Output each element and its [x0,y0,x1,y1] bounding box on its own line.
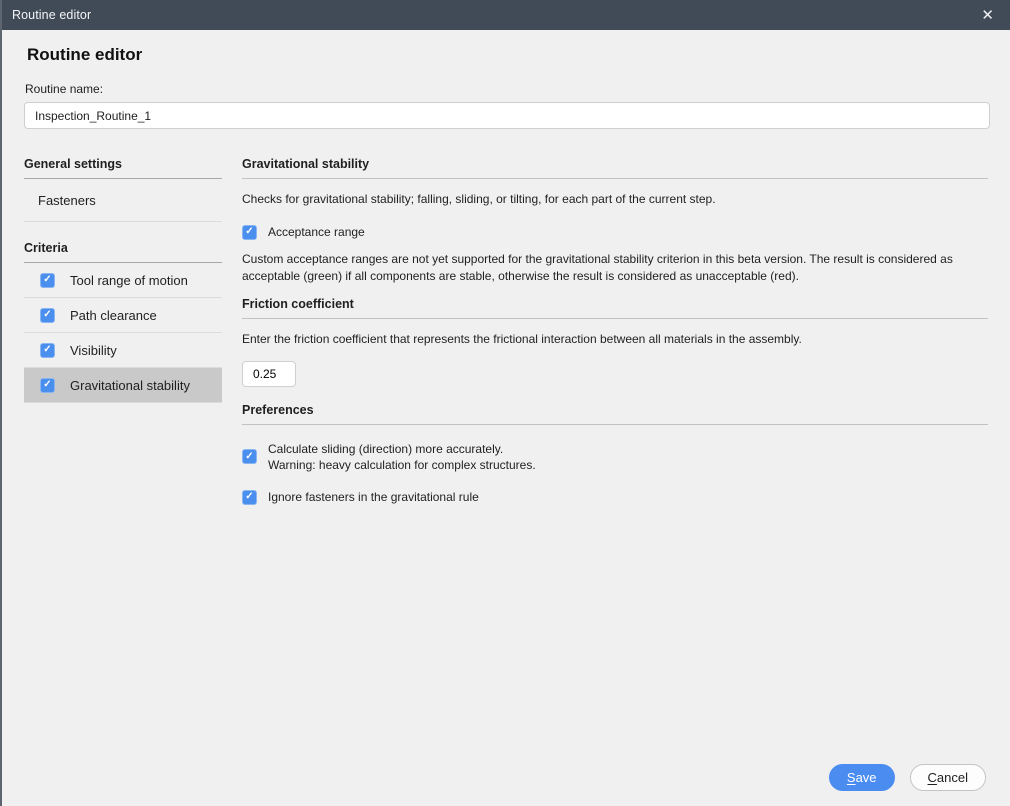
calculate-sliding-label: Calculate sliding (direction) more accur… [268,441,536,473]
acceptance-range-label: Acceptance range [268,224,365,240]
ignore-fasteners-row[interactable]: ✓ Ignore fasteners in the gravitational … [242,489,988,505]
acceptance-range-row[interactable]: ✓ Acceptance range [242,224,988,240]
sidebar-header-criteria: Criteria [24,235,222,263]
window-title: Routine editor [12,8,977,22]
checkbox-calculate-sliding[interactable]: ✓ [242,449,257,464]
routine-name-input[interactable] [24,102,990,129]
page-title: Routine editor [27,45,988,65]
sidebar-item-label: Tool range of motion [70,273,188,288]
cancel-button[interactable]: Cancel [910,764,986,791]
titlebar: Routine editor ✕ [2,0,1010,30]
sidebar-item-path-clearance[interactable]: ✓ Path clearance [24,298,222,333]
cancel-mnemonic: C [928,770,937,785]
save-mnemonic: S [847,770,856,785]
ignore-fasteners-label: Ignore fasteners in the gravitational ru… [268,489,479,505]
checkbox-path-clearance[interactable]: ✓ [40,308,55,323]
settings-panel: Gravitational stability Checks for gravi… [242,151,988,505]
dialog-footer: Save Cancel [829,764,986,791]
sidebar-header-general-settings: General settings [24,151,222,179]
sidebar-item-label: Visibility [70,343,117,358]
section-header-friction-coefficient: Friction coefficient [242,291,988,319]
checkbox-gravitational-stability[interactable]: ✓ [40,378,55,393]
checkbox-tool-range-of-motion[interactable]: ✓ [40,273,55,288]
sidebar-item-label: Gravitational stability [70,378,190,393]
checkbox-ignore-fasteners[interactable]: ✓ [242,490,257,505]
sidebar: General settings Fasteners Criteria ✓ To… [24,151,222,505]
save-rest: ave [856,770,877,785]
dialog-content: Routine editor Routine name: General set… [2,45,1010,505]
sidebar-item-gravitational-stability[interactable]: ✓ Gravitational stability [24,368,222,403]
calculate-sliding-line1: Calculate sliding (direction) more accur… [268,442,503,456]
section-header-preferences: Preferences [242,397,988,425]
checkbox-visibility[interactable]: ✓ [40,343,55,358]
gravitational-description: Checks for gravitational stability; fall… [242,191,988,208]
sidebar-item-label: Path clearance [70,308,157,323]
sidebar-item-visibility[interactable]: ✓ Visibility [24,333,222,368]
sidebar-item-fasteners[interactable]: Fasteners [24,179,222,222]
calculate-sliding-line2: Warning: heavy calculation for complex s… [268,458,536,472]
routine-name-label: Routine name: [25,82,988,96]
routine-editor-dialog: Routine editor ✕ Routine editor Routine … [0,0,1010,806]
acceptance-note: Custom acceptance ranges are not yet sup… [242,251,988,286]
save-button[interactable]: Save [829,764,895,791]
friction-description: Enter the friction coefficient that repr… [242,331,988,348]
sidebar-item-tool-range-of-motion[interactable]: ✓ Tool range of motion [24,263,222,298]
checkbox-acceptance-range[interactable]: ✓ [242,225,257,240]
friction-coefficient-input[interactable] [242,361,296,387]
cancel-rest: ancel [937,770,968,785]
calculate-sliding-row[interactable]: ✓ Calculate sliding (direction) more acc… [242,441,988,473]
section-header-gravitational-stability: Gravitational stability [242,151,988,179]
close-icon[interactable]: ✕ [977,6,998,25]
